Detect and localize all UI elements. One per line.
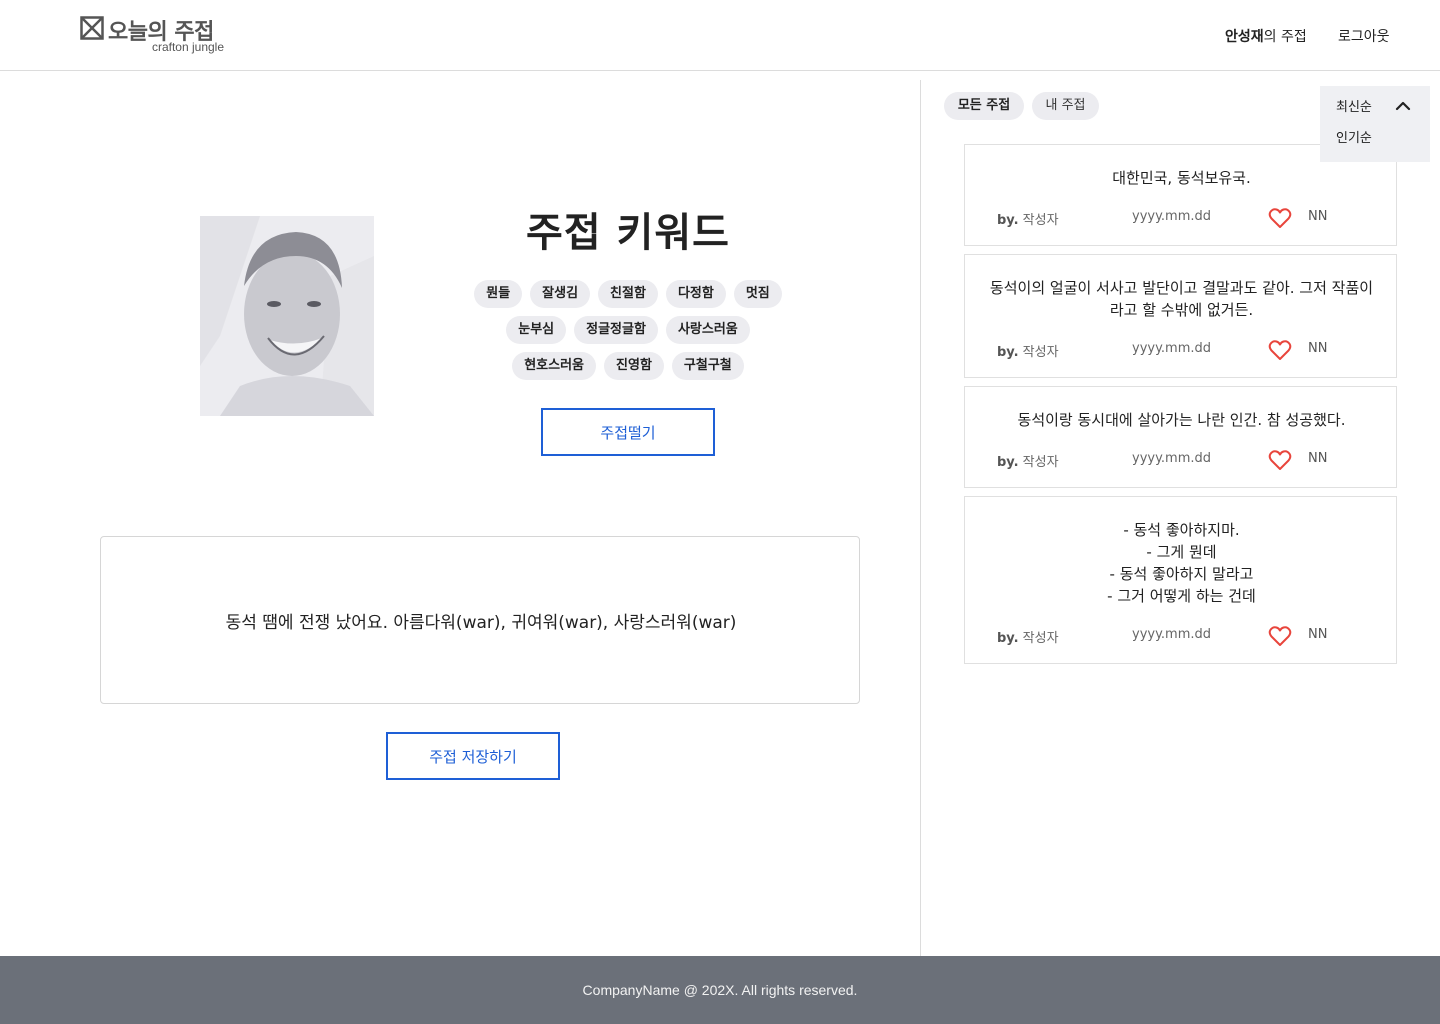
generate-jujeop-button[interactable]: 주접떨기 [541, 408, 715, 456]
author-name: 작성자 [1022, 345, 1059, 360]
card-author: by. 작성자 [997, 627, 1059, 646]
card-text-line: - 그거 어떻게 하는 건데 [1107, 587, 1256, 605]
profile-photo [200, 216, 374, 416]
sort-option-latest[interactable]: 최신순 [1336, 96, 1372, 115]
keyword-chip[interactable]: 정글정글함 [574, 316, 658, 344]
keyword-chip[interactable]: 사랑스러움 [665, 316, 750, 344]
generated-jujeop-text: 동석 땜에 전쟁 났어요. 아름다워(war), 귀여워(war), 사랑스러워… [225, 613, 737, 633]
card-author: by. 작성자 [997, 209, 1059, 228]
author-name: 작성자 [1022, 213, 1059, 228]
logo-icon [80, 16, 104, 40]
heart-icon[interactable] [1268, 625, 1292, 647]
card-date: yyyy.mm.dd [1132, 209, 1212, 224]
user-name: 안성재 [1225, 29, 1264, 45]
footer-copyright: CompanyName @ 202X. All rights reserved. [582, 982, 858, 998]
by-label: by. [997, 455, 1019, 470]
author-name: 작성자 [1022, 455, 1059, 470]
keyword-chip[interactable]: 친절함 [598, 280, 658, 308]
keyword-chip[interactable]: 잘생김 [530, 280, 591, 308]
heart-icon[interactable] [1268, 449, 1292, 471]
keyword-chips-row-2: 눈부심 정글정글함 사랑스러움 [448, 316, 808, 344]
tab-my-jujeop[interactable]: 내 주접 [1032, 92, 1099, 120]
card-text-line: - 동석 좋아하지 말라고 [1109, 565, 1254, 583]
keyword-chip[interactable]: 구철구철 [671, 352, 744, 380]
keyword-chip[interactable]: 뭔들 [474, 280, 523, 308]
card-date: yyyy.mm.dd [1132, 341, 1212, 356]
site-footer: CompanyName @ 202X. All rights reserved. [0, 956, 1440, 1024]
by-label: by. [997, 631, 1019, 646]
keyword-chips-row-1: 뭔들 잘생김 친절함 다정함 멋짐 [448, 280, 808, 308]
keyword-chips-row-3: 현호스러움 진영함 구철구철 [448, 352, 808, 380]
heart-icon[interactable] [1268, 207, 1292, 229]
logo-subtitle: crafton jungle [151, 40, 224, 54]
author-name: 작성자 [1022, 631, 1059, 646]
keyword-chip[interactable]: 눈부심 [506, 316, 567, 344]
portrait-image [200, 216, 374, 416]
panel-divider [920, 80, 921, 960]
like-count: NN [1308, 451, 1328, 466]
card-meta: by. 작성자 yyyy.mm.dd NN [965, 625, 1398, 647]
card-date: yyyy.mm.dd [1132, 627, 1212, 642]
card-text: 동석이의 얼굴이 서사고 발단이고 결말과도 같아. 그저 작품이 라고 할 수… [977, 277, 1386, 321]
by-label: by. [997, 345, 1019, 360]
heart-icon[interactable] [1268, 339, 1292, 361]
user-suffix: 의 주접 [1263, 29, 1307, 45]
like-count: NN [1308, 627, 1328, 642]
keyword-chip[interactable]: 현호스러움 [512, 352, 597, 380]
card-text: - 동석 좋아하지마. - 그게 뭔데 - 동석 좋아하지 말라고 - 그거 어… [977, 519, 1386, 607]
card-text-line: 동석이랑 동시대에 살아가는 나란 인간. 참 성공했다. [1017, 411, 1346, 429]
card-meta: by. 작성자 yyyy.mm.dd NN [965, 207, 1398, 229]
like-count: NN [1308, 341, 1328, 356]
card-author: by. 작성자 [997, 451, 1059, 470]
card-text-line: - 그게 뭔데 [1146, 543, 1217, 561]
card-text: 동석이랑 동시대에 살아가는 나란 인간. 참 성공했다. [977, 409, 1386, 431]
card-meta: by. 작성자 yyyy.mm.dd NN [965, 339, 1398, 361]
sort-option-popular[interactable]: 인기순 [1336, 127, 1372, 146]
card-meta: by. 작성자 yyyy.mm.dd NN [965, 449, 1398, 471]
my-jujeop-link[interactable]: 안성재의 주접 [1225, 26, 1307, 46]
keyword-chip[interactable]: 다정함 [665, 280, 726, 308]
by-label: by. [997, 213, 1019, 228]
card-text-line: 대한민국, 동석보유국. [1112, 169, 1251, 187]
tab-all-jujeop[interactable]: 모든 주접 [944, 92, 1024, 120]
keyword-chip[interactable]: 진영함 [604, 352, 664, 380]
save-jujeop-button[interactable]: 주접 저장하기 [386, 732, 560, 780]
jujeop-card[interactable]: 동석이랑 동시대에 살아가는 나란 인간. 참 성공했다. by. 작성자 yy… [964, 386, 1397, 488]
chevron-up-icon[interactable] [1394, 98, 1412, 112]
card-text: 대한민국, 동석보유국. [977, 167, 1386, 189]
site-header: 오늘의 주접 crafton jungle 안성재의 주접 로그아웃 [0, 0, 1440, 71]
card-text-line: 동석이의 얼굴이 서사고 발단이고 결말과도 같아. 그저 작품이 [989, 279, 1374, 297]
keyword-chip[interactable]: 멋짐 [733, 280, 782, 308]
card-text-line: - 동석 좋아하지마. [1123, 521, 1240, 539]
logout-button[interactable]: 로그아웃 [1338, 26, 1390, 46]
generated-jujeop-box: 동석 땜에 전쟁 났어요. 아름다워(war), 귀여워(war), 사랑스러워… [100, 536, 860, 704]
card-text-line: 라고 할 수밖에 없거든. [1109, 301, 1254, 319]
card-date: yyyy.mm.dd [1132, 451, 1212, 466]
card-author: by. 작성자 [997, 341, 1059, 360]
jujeop-card[interactable]: 동석이의 얼굴이 서사고 발단이고 결말과도 같아. 그저 작품이 라고 할 수… [964, 254, 1397, 378]
jujeop-card[interactable]: - 동석 좋아하지마. - 그게 뭔데 - 동석 좋아하지 말라고 - 그거 어… [964, 496, 1397, 664]
site-logo[interactable]: 오늘의 주접 crafton jungle [80, 14, 230, 58]
keyword-title: 주접 키워드 [526, 210, 730, 256]
sort-dropdown[interactable]: 최신순 인기순 [1320, 86, 1430, 162]
like-count: NN [1308, 209, 1328, 224]
